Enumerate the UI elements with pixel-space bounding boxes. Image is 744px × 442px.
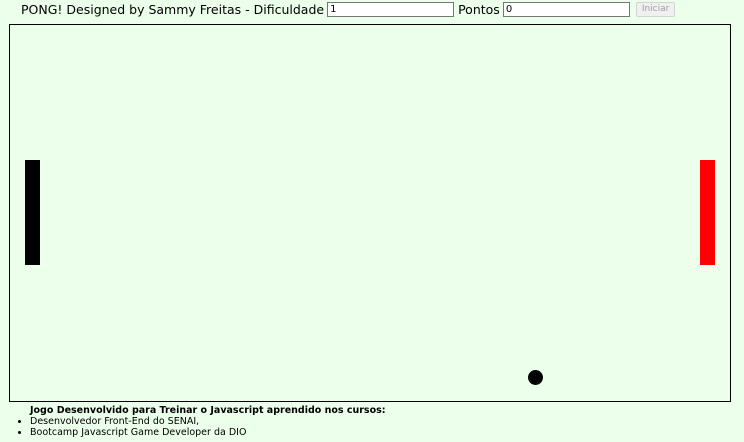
left-paddle	[25, 160, 40, 265]
game-title: PONG! Designed by Sammy Freitas - Dificu…	[21, 1, 325, 17]
footer-title: Jogo Desenvolvido para Treinar o Javascr…	[30, 405, 386, 416]
list-item: Desenvolvedor Front-End do SENAI,	[30, 416, 386, 427]
footer-credits: Jogo Desenvolvido para Treinar o Javascr…	[0, 405, 386, 438]
difficulty-input[interactable]	[327, 1, 455, 17]
start-button[interactable]: Iniciar	[635, 1, 676, 17]
list-item: Bootcamp Javascript Game Developer da DI…	[30, 427, 386, 438]
game-board[interactable]	[9, 24, 731, 402]
points-label: Pontos	[458, 1, 500, 17]
course-list: Desenvolvedor Front-End do SENAI, Bootca…	[0, 416, 386, 438]
ball	[528, 370, 543, 385]
top-toolbar: PONG! Designed by Sammy Freitas - Dificu…	[21, 0, 676, 18]
points-input[interactable]	[502, 1, 630, 17]
right-paddle	[700, 160, 715, 265]
